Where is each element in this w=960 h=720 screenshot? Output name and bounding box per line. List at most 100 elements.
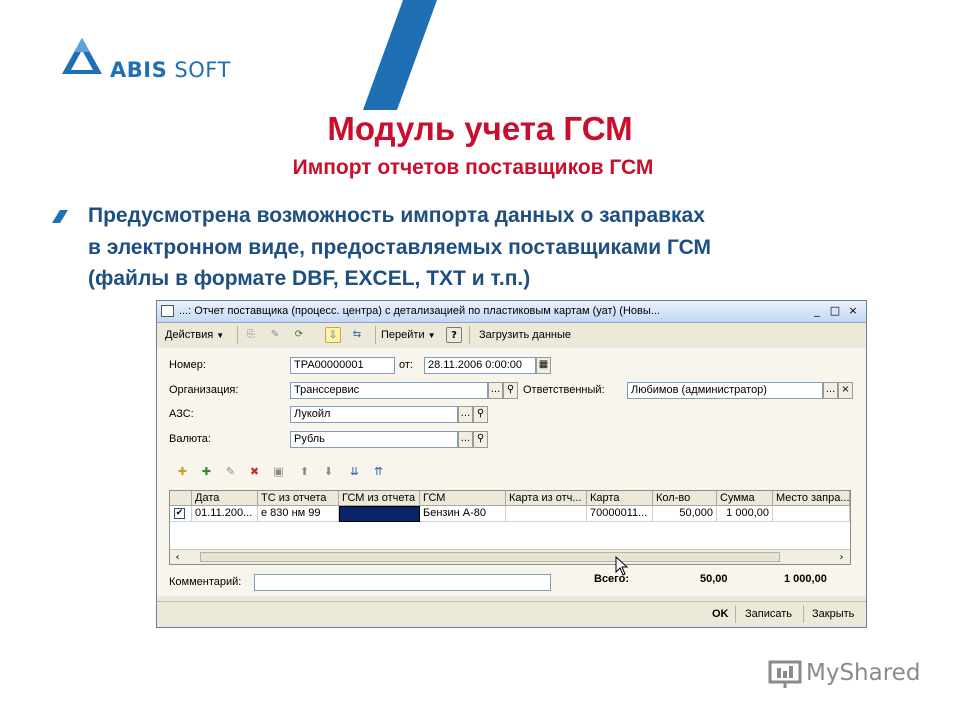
select-button[interactable]: ... (458, 431, 473, 448)
column-header-check (170, 491, 192, 506)
button-bar: OK Записать Закрыть (157, 601, 866, 628)
table-cell[interactable]: 1 000,00 (717, 506, 773, 522)
bullet-line: Предусмотрена возможность импорта данных… (88, 204, 705, 227)
column-header[interactable]: Карта из отч... (506, 491, 587, 506)
search-icon[interactable]: ⚲ (503, 382, 518, 399)
clear-icon[interactable]: × (838, 382, 853, 399)
date-field[interactable]: 28.11.2006 0:00:00 (424, 357, 536, 374)
column-header[interactable]: Место запра... (773, 491, 850, 506)
window-title: ...: Отчет поставщика (процесс. центра) … (179, 305, 660, 317)
add-row-icon[interactable]: ✚ (175, 464, 190, 479)
bullet-line: (файлы в формате DBF, EXCEL, TXT и т.п.) (88, 267, 531, 290)
button-separator (803, 605, 804, 623)
table-cell[interactable] (506, 506, 587, 522)
ok-button[interactable]: OK (712, 608, 729, 620)
column-header[interactable]: ГСМ (420, 491, 506, 506)
document-icon (161, 305, 174, 317)
comment-label: Комментарий: (169, 576, 242, 588)
station-field[interactable]: Лукойл (290, 406, 458, 423)
fuel-table: Дата ТС из отчета ГСМ из отчета ГСМ Карт… (169, 490, 851, 565)
station-label: АЗС: (169, 408, 194, 420)
column-header[interactable]: Сумма (717, 491, 773, 506)
column-header[interactable]: ГСМ из отчета (339, 491, 420, 506)
edit-row-icon[interactable]: ✎ (223, 464, 238, 479)
toolbar: Действия ▼ ⎘ ✎ ⟳ ⇩ ⇆ Перейти ▼ ? Загрузи… (157, 322, 866, 349)
slide-title: Модуль учета ГСМ (327, 110, 633, 147)
select-button[interactable]: ... (458, 406, 473, 423)
sort-desc-icon[interactable]: ⇈ (371, 464, 386, 479)
maximize-button[interactable]: □ (827, 304, 843, 318)
scroll-right-icon[interactable]: › (834, 550, 849, 564)
edit-icon[interactable]: ✎ (267, 327, 283, 343)
date-label: от: (399, 359, 413, 371)
comment-field[interactable] (254, 574, 551, 591)
number-label: Номер: (169, 359, 206, 371)
chevron-down-icon: ▼ (216, 331, 225, 340)
watermark-text: MyShared (806, 660, 921, 686)
slide-subtitle: Импорт отчетов поставщиков ГСМ (292, 156, 654, 179)
table-row-checkbox[interactable]: ✔ (170, 506, 192, 522)
table-cell[interactable]: 70000011... (587, 506, 653, 522)
bullet-line: в электронном виде, предоставляемых пост… (88, 235, 712, 259)
copy-row-icon[interactable]: ✚ (199, 464, 214, 479)
move-up-icon[interactable]: ⬆ (297, 464, 312, 479)
move-down-icon[interactable]: ⬇ (321, 464, 336, 479)
presentation-icon (768, 660, 802, 688)
checkmark-icon: ✔ (174, 508, 185, 519)
search-icon[interactable]: ⚲ (473, 431, 488, 448)
sort-asc-icon[interactable]: ⇊ (347, 464, 362, 479)
brand-logo-text: ABIS SOFT (110, 58, 231, 82)
actions-menu-button[interactable]: Действия ▼ (165, 326, 224, 344)
chevron-down-icon: ▼ (427, 331, 436, 340)
search-icon[interactable]: ⚲ (473, 406, 488, 423)
table-cell[interactable]: Бензин А-80 (420, 506, 506, 522)
organization-label: Организация: (169, 384, 239, 396)
total-quantity: 50,00 (700, 573, 728, 585)
goto-menu-button[interactable]: Перейти ▼ (381, 326, 436, 344)
responsible-field[interactable]: Любимов (администратор) (627, 382, 823, 399)
currency-field[interactable]: Рубль (290, 431, 458, 448)
close-form-button[interactable]: Закрыть (812, 608, 854, 620)
bullet-icon (52, 210, 68, 223)
total-sum: 1 000,00 (784, 573, 827, 585)
end-edit-icon[interactable]: ▣ (271, 464, 286, 479)
toolbar-separator (237, 326, 238, 344)
column-header[interactable]: ТС из отчета (258, 491, 339, 506)
table-cell[interactable]: 01.11.200... (192, 506, 258, 522)
calendar-icon[interactable]: ▦ (536, 357, 551, 374)
button-separator (735, 605, 736, 623)
column-header[interactable]: Дата (192, 491, 258, 506)
decorative-stripe (363, 0, 437, 110)
load-data-button[interactable]: Загрузить данные (479, 326, 571, 344)
scroll-left-icon[interactable]: ‹ (170, 550, 185, 564)
bullet-text: Предусмотрена возможность импорта данных… (88, 200, 908, 295)
column-header[interactable]: Карта (587, 491, 653, 506)
structure-icon[interactable]: ⇆ (349, 327, 365, 343)
document-form: Номер: ТРА00000001 от: 28.11.2006 0:00:0… (157, 348, 866, 596)
horizontal-scrollbar[interactable]: ‹ › (170, 549, 850, 564)
number-field[interactable]: ТРА00000001 (290, 357, 395, 374)
app-window: ...: Отчет поставщика (процесс. центра) … (156, 300, 867, 628)
responsible-label: Ответственный: (523, 384, 605, 396)
table-cell-selected[interactable] (339, 506, 420, 522)
help-icon[interactable]: ? (446, 327, 462, 343)
organization-field[interactable]: Транссервис (290, 382, 488, 399)
currency-label: Валюта: (169, 433, 211, 445)
copy-icon[interactable]: ⎘ (243, 327, 259, 343)
select-button[interactable]: ... (488, 382, 503, 399)
window-titlebar[interactable]: ...: Отчет поставщика (процесс. центра) … (157, 301, 866, 323)
table-cell[interactable] (773, 506, 850, 522)
delete-row-icon[interactable]: ✖ (247, 464, 262, 479)
minimize-button[interactable]: _ (809, 304, 825, 318)
select-button[interactable]: ... (823, 382, 838, 399)
table-cell[interactable]: е 830 нм 99 (258, 506, 339, 522)
column-header[interactable]: Кол-во (653, 491, 717, 506)
toolbar-separator (469, 326, 470, 344)
close-button[interactable]: × (845, 304, 861, 318)
toolbar-separator (375, 326, 376, 344)
post-document-icon[interactable]: ⇩ (325, 327, 341, 343)
table-cell[interactable]: 50,000 (653, 506, 717, 522)
refresh-icon[interactable]: ⟳ (291, 327, 307, 343)
save-button[interactable]: Записать (745, 608, 792, 620)
scrollbar-thumb[interactable] (200, 552, 780, 562)
